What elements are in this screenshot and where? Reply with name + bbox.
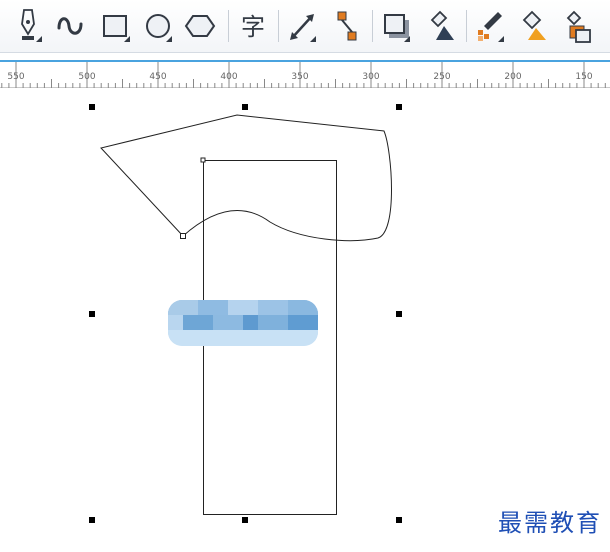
- ruler-label: 550: [7, 72, 25, 82]
- connector-tool-icon[interactable]: [330, 6, 364, 46]
- rectangle-tool-icon[interactable]: [100, 6, 134, 46]
- ruler-label: 400: [220, 72, 238, 82]
- interactive-fill-icon[interactable]: [518, 6, 552, 46]
- ruler-label: 200: [504, 72, 522, 82]
- toolbar-separator: [372, 10, 373, 42]
- ellipse-tool-icon[interactable]: [142, 6, 176, 46]
- rectangle-corner-node[interactable]: [200, 157, 206, 163]
- pen-tool-icon[interactable]: [12, 6, 46, 46]
- freehand-curve-icon[interactable]: [54, 6, 88, 46]
- curve-node[interactable]: [180, 233, 186, 239]
- polygon-tool-icon[interactable]: [184, 6, 218, 46]
- text-tool-icon[interactable]: 字: [236, 6, 270, 46]
- drop-shadow-icon[interactable]: [380, 6, 414, 46]
- handle-bottom-right[interactable]: [396, 517, 402, 523]
- handle-top-center[interactable]: [242, 104, 248, 110]
- color-eyedropper-icon[interactable]: [474, 6, 508, 46]
- toolbar-separator: [466, 10, 467, 42]
- handle-bottom-left[interactable]: [89, 517, 95, 523]
- watermark-text: 最需教育: [498, 509, 602, 537]
- ruler-label: 150: [575, 72, 593, 82]
- toolbox: 字: [0, 0, 610, 53]
- dimension-tool-icon[interactable]: [286, 6, 320, 46]
- smart-fill-icon[interactable]: [562, 6, 596, 46]
- ruler-label: 250: [433, 72, 451, 82]
- ruler-label: 300: [362, 72, 380, 82]
- transparency-icon[interactable]: [424, 6, 458, 46]
- handle-bottom-center[interactable]: [242, 517, 248, 523]
- toolbar-separator: [278, 10, 279, 42]
- ruler-label: 350: [291, 72, 309, 82]
- pixelated-blur-region: [168, 300, 318, 346]
- ruler-label: 450: [149, 72, 167, 82]
- handle-top-right[interactable]: [396, 104, 402, 110]
- handle-middle-right[interactable]: [396, 311, 402, 317]
- handle-top-left[interactable]: [89, 104, 95, 110]
- handle-middle-left[interactable]: [89, 311, 95, 317]
- freehand-curve-shape[interactable]: [100, 114, 392, 242]
- horizontal-ruler[interactable]: 550 500 450 400 350 300 250 200 150: [0, 60, 610, 88]
- svg-text:字: 字: [241, 13, 265, 41]
- toolbar-separator: [228, 10, 229, 42]
- ruler-label: 500: [78, 72, 96, 82]
